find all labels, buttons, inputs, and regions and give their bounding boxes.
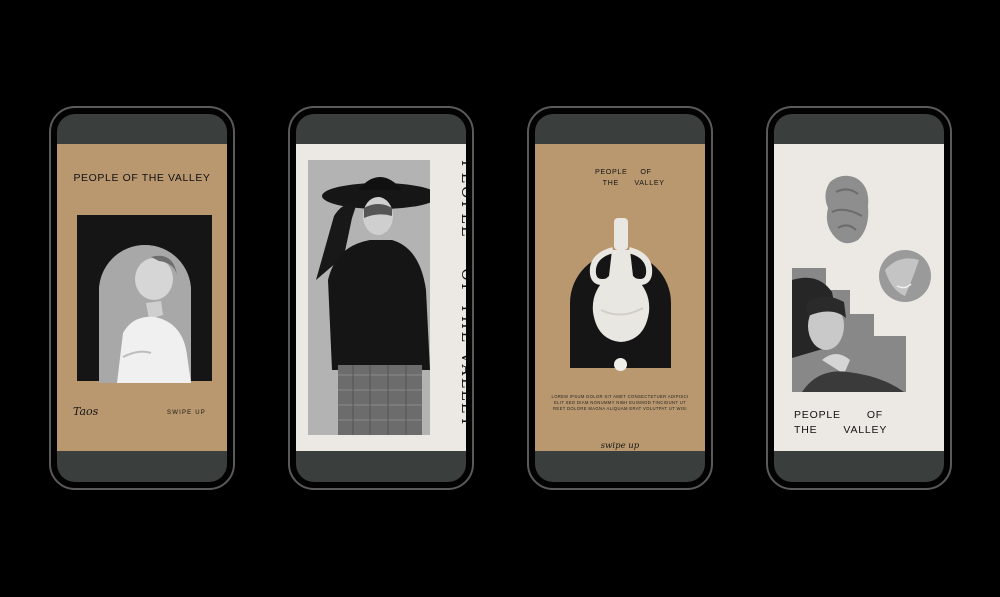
circle-dot xyxy=(614,358,627,371)
phone-screen-2: PEOPLE OF THE VALLEY xyxy=(296,114,466,482)
phone-screen-1: PEOPLE OF THE VALLEY Taos SWIPE UP xyxy=(57,114,227,482)
story-card-4: PEOPLE OF THE VALLEY xyxy=(774,144,944,451)
phone-screen-3: PEOPLE OF THE VALLEY LOREM IPSUM DOLOR S… xyxy=(535,114,705,482)
hat-woman-photo xyxy=(308,160,430,435)
woman-portrait-image xyxy=(99,245,191,383)
story-title: PEOPLE OF THE VALLEY xyxy=(73,172,211,184)
phone-frame-1: PEOPLE OF THE VALLEY Taos SWIPE UP xyxy=(49,106,235,490)
vase-image xyxy=(589,218,653,342)
swipe-up-link[interactable]: SWIPE UP xyxy=(167,410,206,416)
woman-with-hat-image xyxy=(308,160,430,435)
stone-image xyxy=(825,175,869,244)
body-text: LOREM IPSUM DOLOR SIT AMET CONSECTETUER … xyxy=(551,394,689,411)
phone-frame-2: PEOPLE OF THE VALLEY xyxy=(288,106,474,490)
phone-frame-4: PEOPLE OF THE VALLEY xyxy=(766,106,952,490)
portrait-photo xyxy=(99,245,191,383)
photo-panel xyxy=(77,215,212,383)
vertical-title: PEOPLE OF THE VALLEY xyxy=(458,160,466,429)
story-card-1: PEOPLE OF THE VALLEY Taos SWIPE UP xyxy=(57,144,227,451)
phone-frame-3: PEOPLE OF THE VALLEY LOREM IPSUM DOLOR S… xyxy=(527,106,713,490)
location-label: Taos xyxy=(73,405,99,418)
story-title: PEOPLE OF THE VALLEY xyxy=(794,409,888,436)
story-title: PEOPLE OF THE VALLEY xyxy=(595,167,665,187)
swipe-up-link[interactable]: swipe up xyxy=(535,441,705,451)
woman-portrait-image xyxy=(792,268,906,392)
phone-screen-4: PEOPLE OF THE VALLEY xyxy=(774,114,944,482)
story-card-2: PEOPLE OF THE VALLEY xyxy=(296,144,466,451)
story-card-3: PEOPLE OF THE VALLEY LOREM IPSUM DOLOR S… xyxy=(535,144,705,451)
